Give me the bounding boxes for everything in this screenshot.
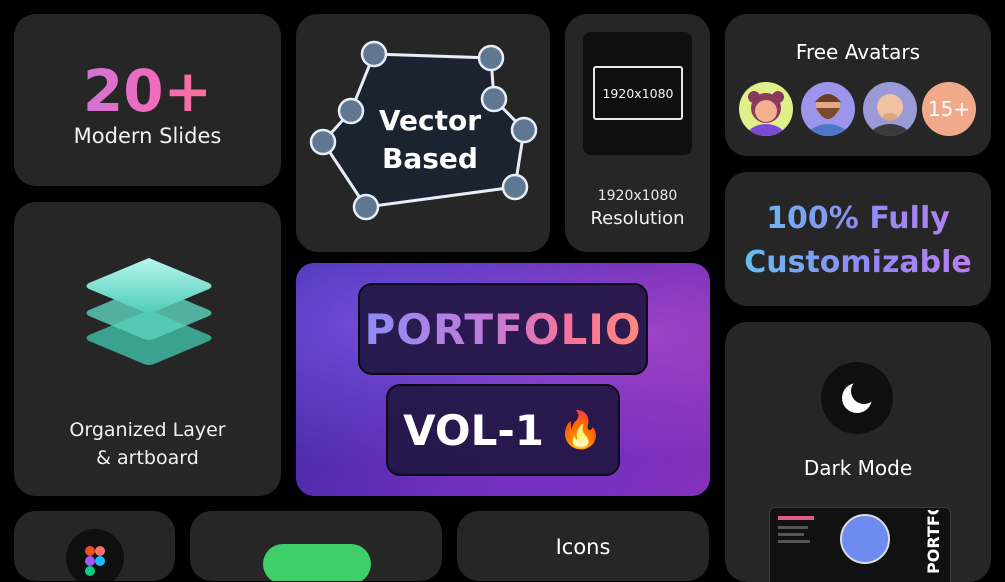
icons-label: Icons <box>555 535 611 559</box>
customizable-line2: Customizable <box>725 241 991 285</box>
resolution-value: 1920x1080 <box>597 188 678 204</box>
avatars-title: Free Avatars <box>795 40 921 64</box>
free-avatars-card: Free Avatars 15+ <box>725 14 991 156</box>
preview-avatar <box>840 514 890 564</box>
portfolio-hero-card: PORTFOLIO VOL-1 🔥 <box>296 263 710 496</box>
screen-resolution-text: 1920x1080 <box>593 66 683 120</box>
vector-text-line1: Vector <box>378 104 482 137</box>
green-toggle <box>263 544 371 581</box>
slides-count: 20+ <box>14 62 281 120</box>
figma-icon <box>66 529 124 581</box>
organized-layer-card: Organized Layer & artboard <box>14 202 281 496</box>
vector-text-line2: Based <box>382 142 478 175</box>
customizable-card: 100% Fully Customizable <box>725 172 991 306</box>
volume-pill: VOL-1 🔥 <box>386 384 620 476</box>
resolution-label: Resolution <box>590 208 685 229</box>
icons-card: Icons <box>457 511 709 581</box>
layers-stack-icon <box>86 258 212 365</box>
avatar-bald-man <box>863 82 917 136</box>
moon-icon <box>821 362 893 434</box>
fire-icon: 🔥 <box>558 410 603 451</box>
avatar-beard-man <box>801 82 855 136</box>
volume-label: VOL-1 <box>403 405 545 455</box>
portfolio-title: PORTFOLIO <box>364 304 642 354</box>
avatar-girl <box>739 82 793 136</box>
preview-side-text: PORTFOLIO <box>924 510 943 574</box>
modern-slides-card: 20+ Modern Slides <box>14 14 281 186</box>
vector-based-card: Vector Based <box>296 14 550 252</box>
dark-mode-label: Dark Mode <box>803 456 913 480</box>
portfolio-title-pill: PORTFOLIO <box>358 283 648 375</box>
customizable-line1: 100% Fully <box>725 197 991 241</box>
dark-preview-thumbnail: PORTFOLIO <box>769 507 951 582</box>
figma-card <box>14 511 175 581</box>
avatars-more-badge: 15+ <box>922 82 976 136</box>
monitor-graphic: 1920x1080 <box>583 32 692 155</box>
layers-line1: Organized Layer <box>69 419 226 441</box>
dark-mode-card: Dark Mode PORTFOLIO <box>725 322 991 582</box>
layers-line2: & artboard <box>96 447 199 469</box>
toggle-card <box>190 511 442 581</box>
slides-label: Modern Slides <box>73 124 222 148</box>
resolution-card: 1920x1080 1920x1080 Resolution <box>565 14 710 252</box>
